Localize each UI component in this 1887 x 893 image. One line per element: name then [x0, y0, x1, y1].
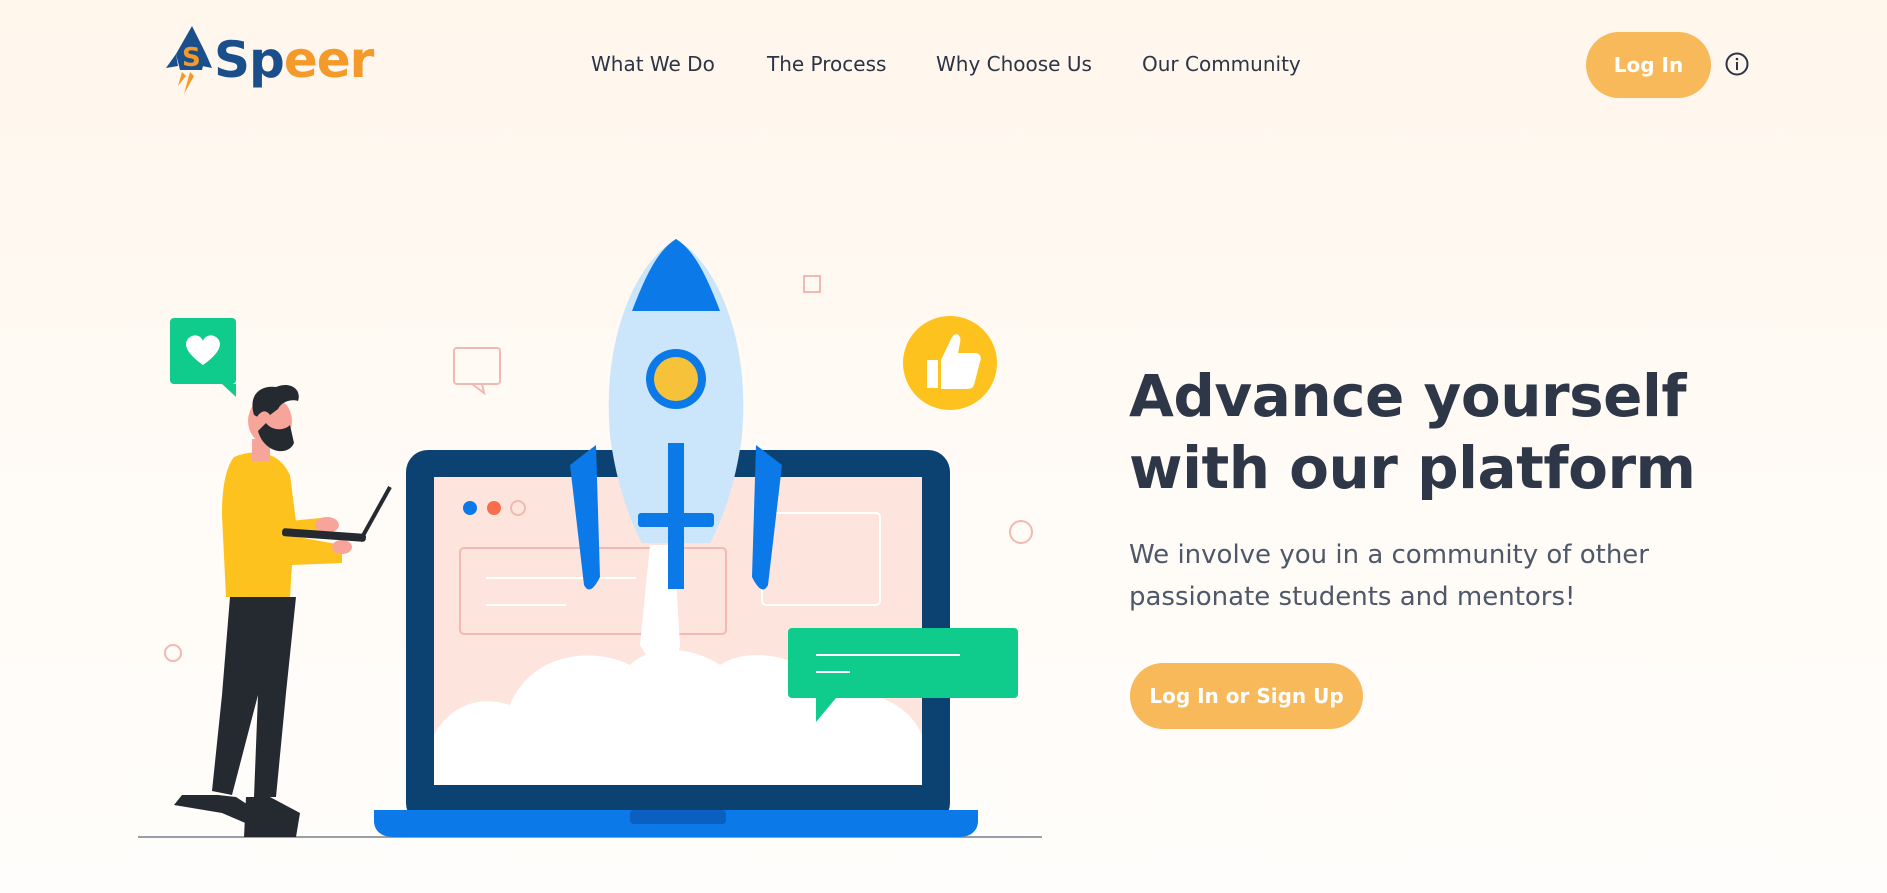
thumbs-up-icon [903, 316, 997, 410]
login-signup-button[interactable]: Log In or Sign Up [1130, 663, 1363, 729]
heart-icon [170, 318, 236, 397]
nav-the-process[interactable]: The Process [767, 52, 886, 76]
nav-our-community[interactable]: Our Community [1142, 52, 1301, 76]
nav-label: The Process [767, 52, 887, 76]
decor-circle [1009, 520, 1033, 544]
hero-title: Advance yourself with our platform [1129, 360, 1749, 504]
logo[interactable]: S Speer [162, 24, 374, 96]
nav-label: What We Do [591, 52, 715, 76]
hero-title-line2: with our platform [1129, 434, 1696, 502]
hero-text: Advance yourself with our platform We in… [1129, 360, 1749, 618]
nav-label: Why Choose Us [936, 52, 1092, 76]
hero-illustration [138, 239, 1042, 838]
logo-text-part1: Sp [214, 31, 285, 89]
hero-subtitle-line1: We involve you in a community of other [1129, 540, 1649, 570]
chat-bubble-outline-icon [453, 347, 501, 396]
login-button[interactable]: Log In [1586, 32, 1711, 98]
nav-label: Our Community [1142, 52, 1301, 76]
nav-why-choose-us[interactable]: Why Choose Us [936, 52, 1092, 76]
decor-circle [164, 644, 182, 662]
logo-text: Speer [214, 35, 374, 85]
rocket-logo-icon: S [166, 26, 212, 94]
nav-what-we-do[interactable]: What We Do [591, 52, 715, 76]
logo-text-part2: eer [283, 31, 374, 89]
decor-square [803, 275, 821, 293]
hero-subtitle-line2: passionate students and mentors! [1129, 582, 1576, 612]
hero-subtitle: We involve you in a community of other p… [1129, 534, 1749, 618]
person-icon [174, 384, 392, 837]
site-header: S Speer What We Do The Process Why Choos… [0, 0, 1887, 130]
svg-text:S: S [182, 43, 201, 73]
info-icon[interactable] [1725, 52, 1749, 76]
hero-title-line1: Advance yourself [1129, 362, 1687, 430]
